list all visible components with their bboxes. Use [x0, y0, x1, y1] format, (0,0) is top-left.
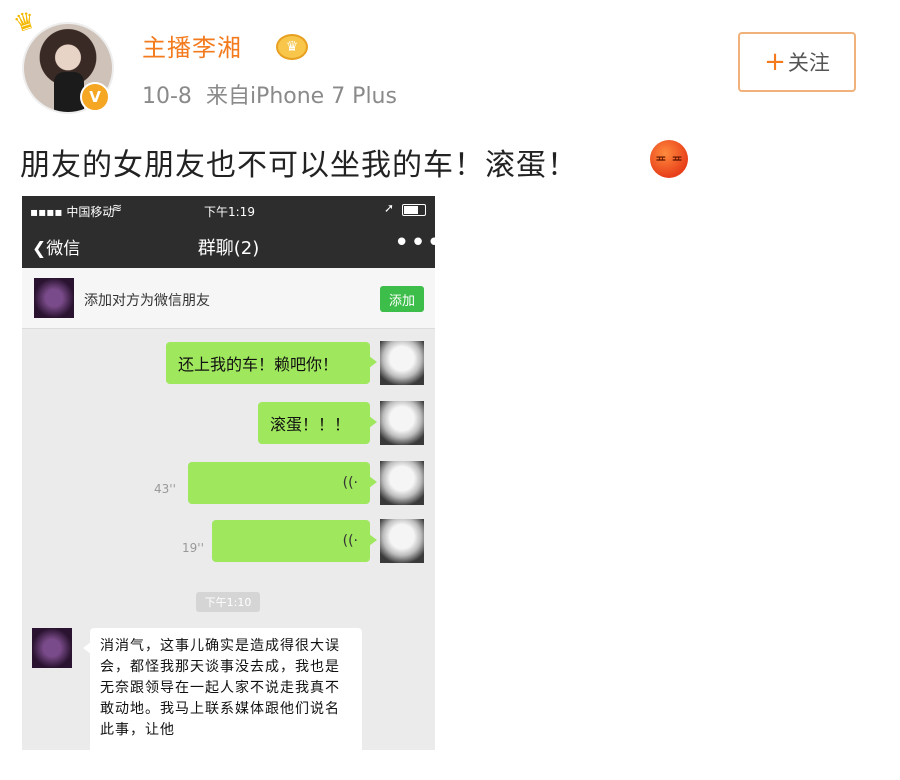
status-bar: ▪▪▪▪ 中国移动 ≋ 下午1:19 ➚ — [22, 196, 435, 224]
chat-title: 群聊(2) — [197, 238, 260, 259]
angry-face-icon: ≖ ≖ — [650, 140, 688, 178]
follow-button[interactable]: + 关注 — [738, 32, 856, 92]
wifi-icon: ≋ — [112, 201, 123, 215]
message-text: 滚蛋！！！ — [270, 415, 351, 434]
message-text: 还上我的车！赖吧你！ — [178, 355, 339, 374]
plus-icon: + — [764, 47, 786, 77]
post-meta: 10-8 来自iPhone 7 Plus — [142, 78, 397, 110]
more-icon[interactable]: ••• — [394, 228, 435, 258]
message-bubble[interactable]: 滚蛋！！！ — [258, 402, 377, 444]
chat-timestamp: 下午1:10 — [196, 592, 260, 612]
voice-wave-icon: ((· — [342, 533, 358, 549]
post-text: 朋友的女朋友也不可以坐我的车！滚蛋！ — [20, 148, 578, 183]
crown-icon: ♛ — [10, 5, 40, 39]
contact-avatar[interactable] — [32, 628, 72, 668]
battery-icon — [402, 204, 426, 216]
voice-duration: 19'' — [182, 541, 204, 555]
self-avatar[interactable] — [380, 519, 424, 563]
carrier-label: ▪▪▪▪ 中国移动 — [30, 205, 115, 219]
reply-message-bubble[interactable]: 消消气，这事儿确实是造成得很大误会，都怪我那天谈事没去成，我也是无奈跟领导在一起… — [83, 628, 362, 750]
attached-image[interactable]: ▪▪▪▪ 中国移动 ≋ 下午1:19 ➚ ❮微信 群聊(2) ••• 添加对方为… — [22, 196, 435, 750]
chat-nav-bar: ❮微信 群聊(2) ••• — [22, 224, 435, 268]
add-friend-text: 添加对方为微信朋友 — [84, 293, 210, 309]
message-bubble[interactable]: 还上我的车！赖吧你！ — [166, 342, 377, 384]
voice-duration: 43'' — [154, 482, 176, 496]
location-icon: ➚ — [384, 201, 395, 215]
reply-text: 消消气，这事儿确实是造成得很大误会，都怪我那天谈事没去成，我也是无奈跟领导在一起… — [100, 638, 340, 738]
voice-message-bubble[interactable]: ((· — [188, 462, 377, 504]
self-avatar[interactable] — [380, 341, 424, 385]
status-time: 下午1:19 — [204, 205, 255, 219]
self-avatar[interactable] — [380, 401, 424, 445]
author-name[interactable]: 主播李湘 — [142, 28, 242, 63]
self-avatar[interactable] — [380, 461, 424, 505]
verified-badge-icon: V — [80, 82, 110, 112]
add-friend-button[interactable]: 添加 — [380, 286, 424, 312]
post-source[interactable]: 来自iPhone 7 Plus — [206, 84, 397, 109]
voice-wave-icon: ((· — [342, 475, 358, 491]
add-friend-bar: 添加对方为微信朋友 添加 — [22, 268, 435, 329]
voice-message-bubble[interactable]: ((· — [212, 520, 377, 562]
post-date: 10-8 — [142, 84, 192, 109]
contact-avatar[interactable] — [34, 278, 74, 318]
vip-crown-icon: ♛ — [276, 34, 308, 60]
follow-label: 关注 — [787, 51, 830, 75]
